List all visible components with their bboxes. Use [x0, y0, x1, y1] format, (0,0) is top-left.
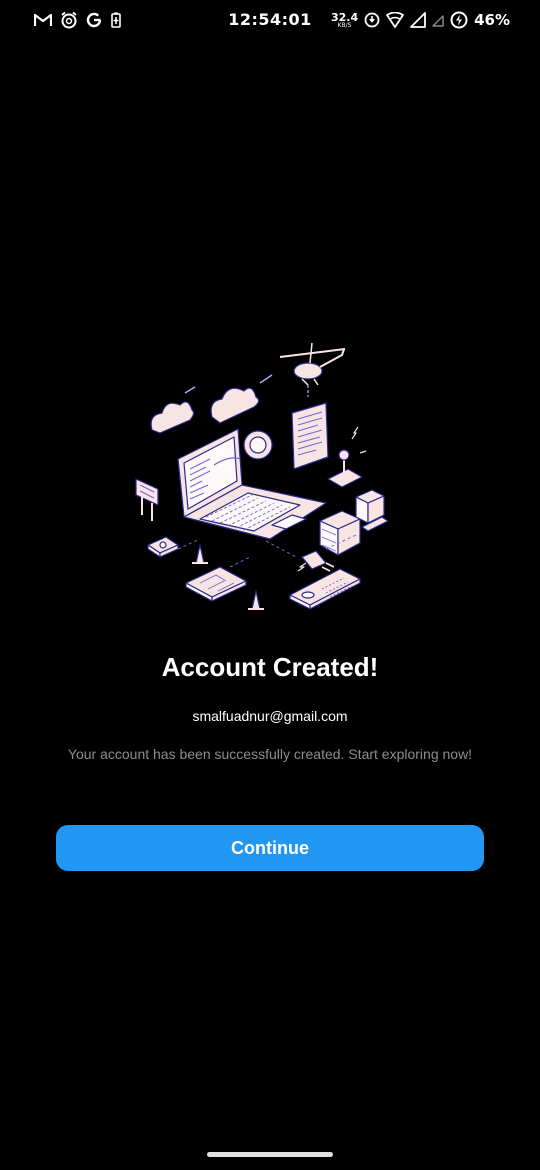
keypad-icon	[289, 568, 361, 610]
chip-icon	[147, 536, 179, 558]
document-icon	[291, 402, 329, 470]
cloud-icon	[210, 387, 260, 424]
helicopter-icon	[279, 342, 346, 386]
account-created-illustration	[130, 335, 410, 620]
status-right-icons: 32.4 KB/S 46%	[331, 9, 510, 31]
traffic-cone-icon	[192, 544, 208, 564]
network-speed: 32.4 KB/S	[331, 12, 358, 29]
data-saver-icon	[364, 12, 380, 28]
battery-percent: 46%	[474, 11, 510, 29]
wifi-icon	[386, 12, 404, 28]
billboard-icon	[135, 478, 159, 521]
continue-button[interactable]: Continue	[56, 825, 484, 871]
plug-icon	[301, 550, 335, 572]
circuit-board-icon	[185, 566, 247, 602]
signal-2-icon	[432, 13, 444, 27]
home-indicator[interactable]	[207, 1152, 333, 1157]
network-speed-unit: KB/S	[337, 21, 352, 29]
success-description: Your account has been successfully creat…	[67, 746, 473, 762]
account-email: smalfuadnur@gmail.com	[192, 708, 348, 724]
page-title: Account Created!	[161, 652, 379, 682]
status-bar: 12:54:01 32.4 KB/S 46%	[0, 0, 540, 40]
joystick-icon	[327, 449, 363, 488]
cloud-icon	[150, 401, 195, 434]
battery-charging-icon	[450, 11, 468, 29]
network-speed-value: 32.4	[330, 10, 359, 24]
signal-icon	[410, 12, 426, 28]
server-icon	[319, 489, 389, 556]
traffic-cone-icon	[248, 590, 264, 610]
